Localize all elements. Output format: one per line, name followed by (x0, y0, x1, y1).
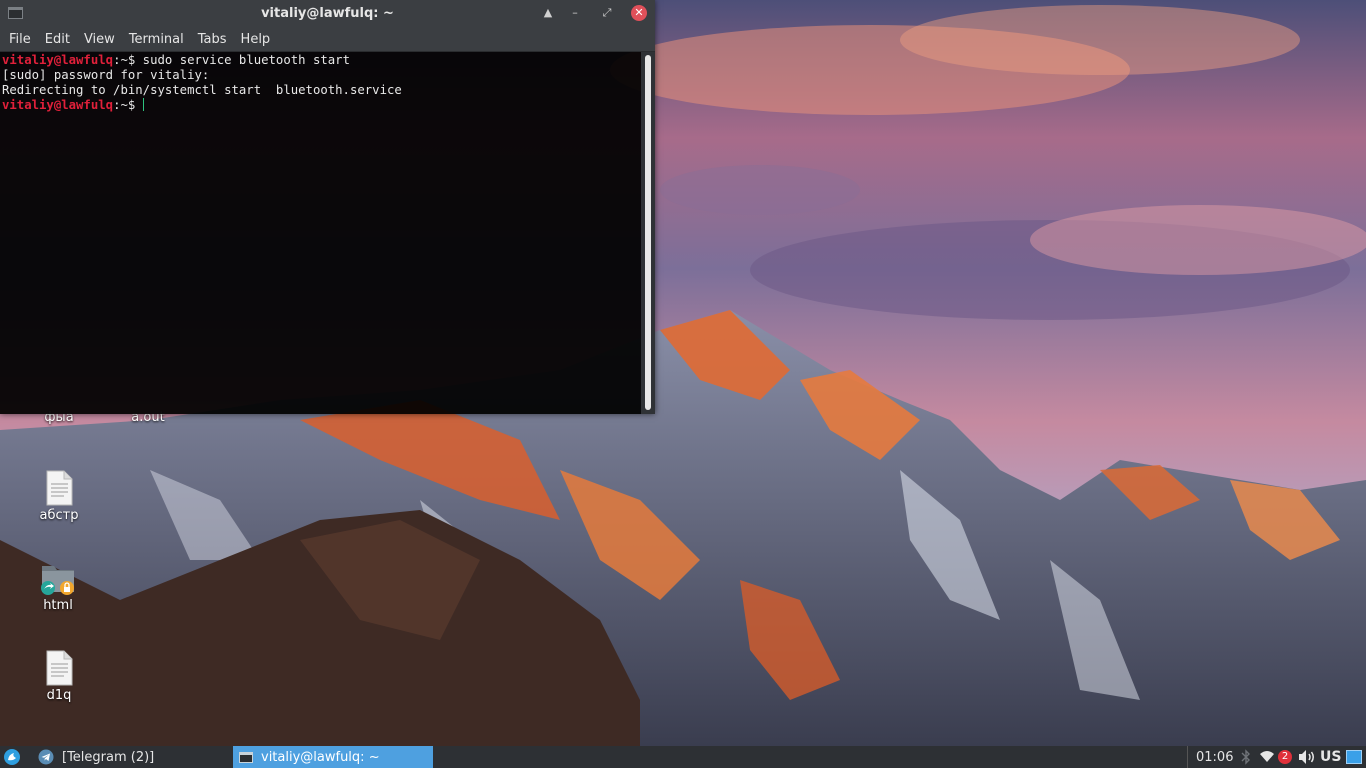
terminal-window[interactable]: vitaliy@lawfulq: ~ ▲ – ⤢ ✕ File Edit Vie… (0, 0, 655, 414)
minimize-button[interactable]: – (567, 5, 583, 21)
terminal-line: Redirecting to /bin/systemctl start blue… (2, 83, 639, 98)
task-telegram[interactable]: [Telegram (2)] (32, 746, 230, 768)
desktop-icon-d1q[interactable]: d1q (19, 650, 99, 703)
terminal-scrollbar[interactable] (641, 52, 655, 414)
desktop-icon-label: html (43, 598, 73, 613)
terminal-line: vitaliy@lawfulq:~$ sudo service bluetoot… (2, 53, 639, 68)
menu-help[interactable]: Help (234, 32, 278, 47)
keyboard-layout-indicator[interactable]: US (1320, 746, 1341, 768)
show-desktop-button[interactable] (1346, 746, 1366, 768)
desktop-icon-label: абстр (39, 508, 79, 523)
terminal-text: Redirecting to /bin/systemctl start blue… (2, 83, 402, 97)
text-file-icon (46, 650, 73, 686)
app-menu-button[interactable] (3, 746, 23, 768)
notification-count: 2 (1278, 750, 1292, 764)
menu-view[interactable]: View (77, 32, 122, 47)
terminal-text: [sudo] password for vitaliy: (2, 68, 210, 82)
terminal-line: [sudo] password for vitaliy: (2, 68, 639, 83)
task-label: vitaliy@lawfulq: ~ (261, 749, 380, 765)
terminal-output[interactable]: vitaliy@lawfulq:~$ sudo service bluetoot… (0, 52, 641, 414)
terminal-text: :~$ (113, 98, 143, 112)
prompt-user: vitaliy@lawfulq (2, 53, 114, 67)
keep-above-button[interactable]: ▲ (540, 5, 556, 21)
terminal-icon (239, 751, 253, 763)
desktop-icon-label: d1q (46, 688, 72, 703)
prompt-user: vitaliy@lawfulq (2, 98, 114, 112)
task-terminal[interactable]: vitaliy@lawfulq: ~ (233, 746, 433, 768)
window-title: vitaliy@lawfulq: ~ (261, 6, 394, 21)
notification-badge[interactable]: 2 (1278, 746, 1292, 768)
menu-bar: File Edit View Terminal Tabs Help (0, 27, 655, 52)
telegram-icon (38, 749, 54, 765)
menu-terminal[interactable]: Terminal (122, 32, 191, 47)
wifi-glyph (1260, 751, 1274, 762)
bluetooth-glyph (1241, 749, 1250, 765)
menu-file[interactable]: File (2, 32, 38, 47)
window-titlebar[interactable]: vitaliy@lawfulq: ~ ▲ – ⤢ ✕ (0, 0, 655, 27)
network-wifi-icon[interactable] (1259, 746, 1275, 768)
desktop-icon-html[interactable]: html (18, 562, 98, 613)
menu-edit[interactable]: Edit (38, 32, 77, 47)
maximize-button[interactable]: ⤢ (599, 5, 615, 21)
terminal-text: :~$ sudo service bluetooth start (113, 53, 350, 67)
terminal-line: vitaliy@lawfulq:~$ (2, 98, 639, 113)
text-cursor (142, 98, 144, 111)
desktop-icon-abstr[interactable]: абстр (19, 470, 99, 523)
menu-tabs[interactable]: Tabs (191, 32, 234, 47)
shared-locked-folder-icon (41, 566, 74, 595)
taskbar: [Telegram (2)] vitaliy@lawfulq: ~ 01:06 … (0, 746, 1366, 768)
close-button[interactable]: ✕ (631, 5, 647, 21)
text-file-icon (46, 470, 73, 506)
scrollbar-thumb[interactable] (645, 55, 651, 410)
clock[interactable]: 01:06 (1196, 746, 1233, 768)
speaker-glyph (1299, 750, 1314, 764)
app-menu-icon (4, 749, 20, 765)
volume-icon[interactable] (1297, 746, 1317, 768)
bluetooth-icon[interactable] (1241, 746, 1251, 768)
show-desktop-icon (1346, 750, 1362, 764)
panel-separator (1187, 746, 1188, 768)
task-label: [Telegram (2)] (62, 749, 155, 765)
